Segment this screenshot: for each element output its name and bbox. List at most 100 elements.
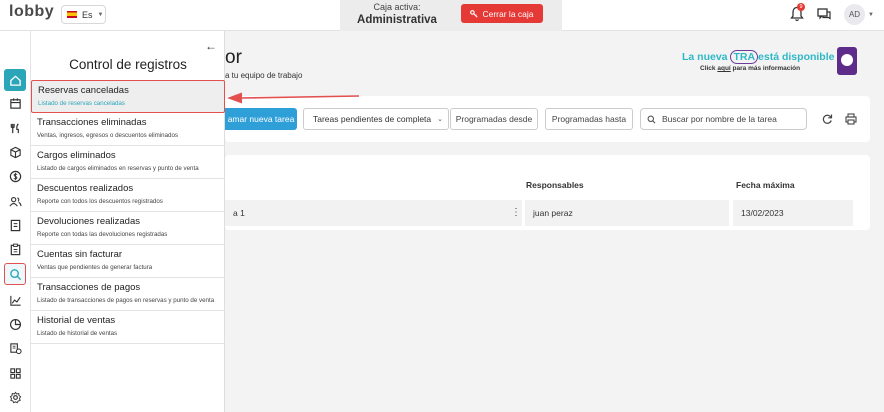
cash-register-icon	[9, 342, 22, 354]
menu-item-label: Devoluciones realizadas	[37, 216, 140, 227]
menu-item-descuentos-realizados[interactable]: Descuentos realizados Reporte con todos …	[31, 179, 225, 212]
rail-tasks[interactable]	[4, 238, 26, 260]
language-label: Es	[82, 9, 93, 20]
task-status-value: Tareas pendientes de completa	[313, 114, 432, 124]
menu-item-reservas-canceladas[interactable]: Reservas canceladas Listado de reservas …	[31, 80, 225, 113]
menu-item-cargos-eliminados[interactable]: Cargos eliminados Listado de cargos elim…	[31, 146, 225, 179]
date-to-field[interactable]: Programadas hasta	[545, 108, 633, 130]
new-task-button[interactable]: amar nueva tarea	[225, 108, 297, 130]
app-logo[interactable]: lobby	[9, 3, 54, 21]
menu-item-label: Reservas canceladas	[38, 85, 129, 96]
rail-users[interactable]	[4, 190, 26, 212]
rail-payments[interactable]	[4, 165, 26, 187]
users-icon	[8, 196, 22, 206]
chat-icon[interactable]	[817, 7, 831, 21]
book-icon	[10, 219, 20, 231]
menu-item-devoluciones-realizadas[interactable]: Devoluciones realizadas Reporte con toda…	[31, 212, 225, 245]
chart-line-icon	[9, 295, 21, 306]
promo-link[interactable]: aquí	[717, 65, 730, 72]
rail-statistics[interactable]	[4, 313, 26, 335]
menu-item-desc: Reporte con todos los descuentos registr…	[37, 198, 163, 205]
top-bar: lobby Es ▼ Caja activa: Administrativa C…	[0, 0, 884, 31]
notification-badge: 9	[797, 3, 805, 11]
avatar: AD	[844, 4, 865, 25]
language-selector[interactable]: Es ▼	[61, 5, 106, 24]
promo-info: más información	[748, 65, 801, 72]
menu-item-label: Cuentas sin facturar	[37, 249, 123, 260]
menu-item-desc: Listado de reservas canceladas	[38, 100, 126, 107]
promo-headline: La nueva TRA está disponible	[682, 50, 835, 64]
menu-item-transacciones-eliminadas[interactable]: Transacciones eliminadas Ventas, ingreso…	[31, 113, 225, 146]
chevron-down-icon: ⌄	[437, 116, 443, 123]
menu-item-desc: Listado de historial de ventas	[37, 330, 118, 337]
task-name-cell: a 1	[225, 200, 522, 226]
calendar-icon	[9, 97, 21, 109]
rail-reports[interactable]	[4, 214, 26, 236]
rail-restaurant[interactable]	[4, 117, 26, 139]
rail-calendar[interactable]	[4, 92, 26, 114]
pie-chart-icon	[9, 318, 21, 330]
close-cash-register-label: Cerrar la caja	[482, 8, 534, 19]
menu-item-desc: Listado de transacciones de pagos en res…	[37, 297, 215, 304]
task-name: a 1	[233, 208, 245, 218]
page-title: or	[225, 47, 242, 68]
rail-modules[interactable]	[4, 362, 26, 384]
tra-promo-banner[interactable]: La nueva TRA está disponible Click aquí p…	[682, 47, 862, 81]
rail-inventory[interactable]	[4, 141, 26, 163]
chevron-down-icon: ▼	[868, 11, 874, 18]
arrow-left-icon[interactable]: ←	[205, 39, 217, 53]
promo-prefix: La nueva	[682, 51, 728, 63]
responsible-cell: juan peraz	[525, 200, 729, 226]
dollar-icon	[9, 170, 21, 182]
settings-icon	[9, 391, 21, 403]
close-cash-register-button[interactable]: Cerrar la caja	[461, 4, 543, 23]
menu-item-cuentas-sin-facturar[interactable]: Cuentas sin facturar Ventas que pendient…	[31, 245, 225, 278]
menu-item-label: Transacciones eliminadas	[37, 117, 147, 128]
menu-item-historial-de-ventas[interactable]: Historial de ventas Listado de historial…	[31, 311, 225, 344]
records-control-drawer: ← Control de registros Reservas cancelad…	[31, 31, 225, 412]
rail-billing[interactable]	[4, 337, 26, 359]
table-row[interactable]: a 1 ⋮ juan peraz 13/02/2023	[225, 200, 853, 226]
task-search[interactable]	[640, 108, 807, 130]
column-header-fecha-maxima: Fecha máxima	[736, 180, 795, 190]
promo-logo	[837, 47, 857, 75]
row-menu-icon[interactable]: ⋮	[511, 208, 521, 218]
drawer-title: Control de registros	[69, 57, 187, 72]
rail-analytics[interactable]	[4, 289, 26, 311]
task-status-select[interactable]: Tareas pendientes de completa ⌄	[303, 108, 449, 130]
tasks-table: Responsables Fecha máxima a 1 ⋮ juan per…	[225, 155, 870, 230]
promo-tra: TRA	[730, 50, 759, 64]
caja-label: Caja activa:	[373, 2, 421, 12]
restaurant-icon	[10, 122, 19, 133]
spain-flag-icon	[67, 11, 77, 18]
active-cash-register: Caja activa: Administrativa Cerrar la ca…	[340, 0, 562, 31]
print-icon[interactable]	[845, 113, 857, 125]
user-menu[interactable]: AD ▼	[844, 4, 874, 25]
menu-item-transacciones-de-pagos[interactable]: Transacciones de pagos Listado de transa…	[31, 278, 225, 311]
search-icon	[9, 268, 21, 280]
search-icon	[647, 115, 656, 123]
home-icon	[9, 74, 21, 86]
caja-value: Administrativa	[357, 14, 437, 26]
menu-item-desc: Ventas que pendientes de generar factura	[37, 264, 153, 271]
clipboard-icon	[10, 243, 20, 255]
menu-item-label: Historial de ventas	[37, 315, 116, 326]
refresh-icon[interactable]	[821, 113, 833, 125]
box-icon	[9, 146, 21, 158]
page-subtitle: a tu equipo de trabajo	[225, 71, 303, 80]
column-header-responsables: Responsables	[526, 180, 584, 190]
menu-item-desc: Reporte con todas las devoluciones regis…	[37, 231, 168, 238]
rail-home[interactable]	[4, 69, 26, 91]
menu-item-label: Cargos eliminados	[37, 150, 116, 161]
due-date-cell: 13/02/2023	[733, 200, 853, 226]
rail-settings[interactable]	[4, 386, 26, 408]
promo-para: para	[732, 65, 747, 72]
menu-item-desc: Listado de cargos eliminados en reservas…	[37, 165, 199, 172]
rail-search[interactable]	[4, 263, 26, 285]
promo-subline: Click aquí para más información	[700, 65, 800, 72]
menu-item-desc: Ventas, ingresos, egresos o descuentos e…	[37, 132, 179, 139]
promo-suffix: está disponible	[758, 51, 835, 63]
task-search-input[interactable]	[662, 114, 802, 124]
menu-item-label: Transacciones de pagos	[37, 282, 141, 293]
date-from-field[interactable]: Programadas desde	[450, 108, 538, 130]
